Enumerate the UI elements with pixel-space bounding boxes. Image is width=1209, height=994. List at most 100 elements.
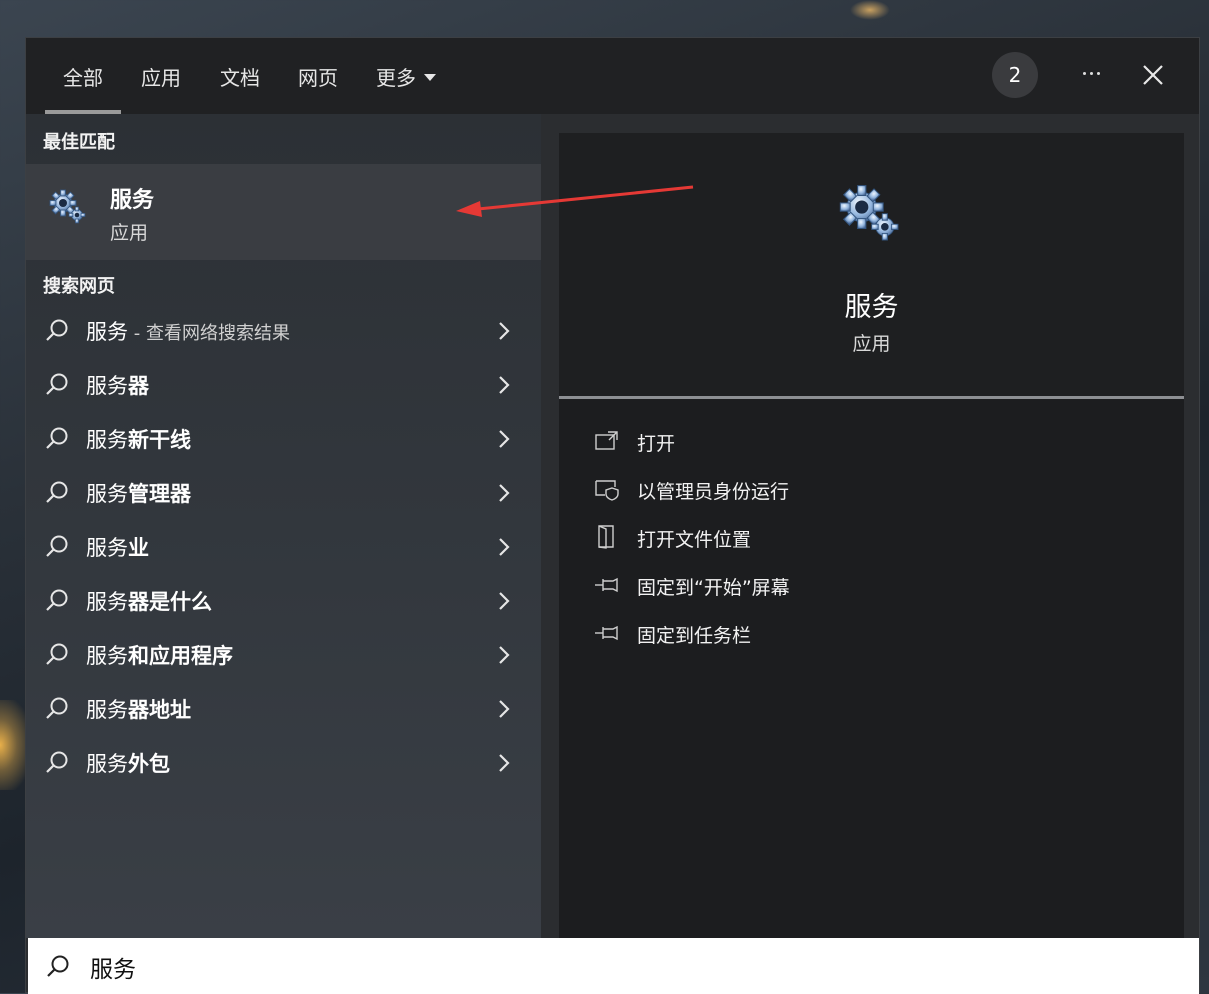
web-search-item-label: 服务业 [86, 532, 149, 562]
best-match-item[interactable]: 服务 应用 [26, 164, 541, 260]
web-search-item[interactable]: 服务管理器 [26, 466, 541, 520]
web-search-item[interactable]: 服务器是什么 [26, 574, 541, 628]
tab-apps-label: 应用 [141, 66, 181, 90]
search-icon [46, 535, 68, 557]
action-pin-to-start[interactable]: 固定到“开始”屏幕 [593, 567, 1153, 607]
action-open-file-location[interactable]: 打开文件位置 [593, 519, 1153, 559]
search-icon [46, 697, 68, 719]
web-search-prefix: 服务 [86, 644, 128, 668]
web-search-item[interactable]: 服务器地址 [26, 682, 541, 736]
search-box[interactable] [28, 938, 1199, 994]
chevron-right-icon[interactable] [496, 374, 512, 396]
gears-icon [49, 189, 86, 224]
action-pin-to-start-label: 固定到“开始”屏幕 [637, 577, 790, 599]
chevron-down-icon [424, 74, 436, 81]
results-list: 最佳匹配 服务 应用 搜索网页 服务 - 查看网络搜索结果 服务器 服务新干线 … [26, 114, 541, 938]
web-search-suffix: 器地址 [128, 698, 191, 722]
search-icon [46, 319, 68, 341]
web-search-item-label: 服务器地址 [86, 694, 191, 724]
web-search-item[interactable]: 服务 - 查看网络搜索结果 [26, 304, 541, 358]
web-search-hint: - 查看网络搜索结果 [128, 323, 290, 344]
web-search-suffix: 管理器 [128, 482, 191, 506]
search-icon [46, 589, 68, 611]
search-icon [47, 955, 69, 977]
chevron-right-icon[interactable] [496, 590, 512, 612]
tab-web[interactable]: 网页 [298, 62, 338, 114]
web-search-suffix: 器是什么 [128, 590, 212, 614]
web-search-item[interactable]: 服务新干线 [26, 412, 541, 466]
chevron-right-icon[interactable] [496, 320, 512, 342]
close-icon[interactable] [1140, 62, 1166, 88]
folder-location-icon [598, 525, 614, 549]
web-search-suffix: 业 [128, 536, 149, 560]
web-search-item-label: 服务管理器 [86, 478, 191, 508]
best-match-name: 服务 [110, 188, 155, 213]
search-window: 全部 应用 文档 网页 更多 2 最佳匹配 服务 应用 搜索网页 服务 - 查看… [25, 37, 1200, 994]
web-search-item[interactable]: 服务器 [26, 358, 541, 412]
web-search-item-label: 服务 - 查看网络搜索结果 [86, 316, 290, 346]
badge-count: 2 [1008, 63, 1022, 87]
open-icon [595, 431, 618, 450]
pin-icon [595, 625, 618, 641]
web-search-prefix: 服务 [86, 698, 128, 722]
chevron-right-icon[interactable] [496, 644, 512, 666]
web-search-item[interactable]: 服务和应用程序 [26, 628, 541, 682]
web-search-suffix: 器 [128, 374, 149, 398]
preview-title: 服务 [844, 292, 899, 323]
web-search-prefix: 服务 [86, 374, 128, 398]
web-search-prefix: 服务 [86, 320, 128, 344]
chevron-right-icon[interactable] [496, 698, 512, 720]
tab-bar: 全部 应用 文档 网页 更多 2 [26, 38, 1199, 114]
tab-more-label: 更多 [376, 66, 416, 90]
preview-pane: 服务 应用 打开 以管理员身份运行 打开文件位置 固定到“开始”屏幕 固定到任务… [559, 133, 1184, 938]
tab-more[interactable]: 更多 [376, 62, 436, 114]
search-input[interactable] [88, 946, 1172, 988]
web-search-heading: 搜索网页 [43, 276, 115, 297]
search-icon [46, 751, 68, 773]
rewards-badge[interactable]: 2 [992, 52, 1038, 98]
search-icon [46, 427, 68, 449]
chevron-right-icon[interactable] [496, 536, 512, 558]
action-open-label: 打开 [637, 433, 676, 455]
search-icon [46, 373, 68, 395]
action-pin-to-taskbar-label: 固定到任务栏 [637, 625, 752, 647]
web-search-item-label: 服务和应用程序 [86, 640, 233, 670]
web-search-item-label: 服务新干线 [86, 424, 191, 454]
ellipsis-icon[interactable] [1076, 58, 1106, 88]
preview-header: 服务 应用 [559, 133, 1184, 399]
action-run-as-admin-label: 以管理员身份运行 [637, 481, 790, 503]
tab-all[interactable]: 全部 [45, 62, 121, 114]
web-search-item-label: 服务器 [86, 370, 149, 400]
action-pin-to-taskbar[interactable]: 固定到任务栏 [593, 615, 1153, 655]
web-search-suffix: 和应用程序 [128, 644, 233, 668]
action-open[interactable]: 打开 [593, 423, 1153, 463]
search-icon [46, 481, 68, 503]
tab-documents[interactable]: 文档 [220, 62, 260, 114]
tab-all-label: 全部 [63, 66, 103, 90]
web-search-item-label: 服务器是什么 [86, 586, 212, 616]
web-search-suffix: 新干线 [128, 428, 191, 452]
search-icon [46, 643, 68, 665]
web-search-item-label: 服务外包 [86, 748, 170, 778]
best-match-heading: 最佳匹配 [43, 132, 115, 153]
web-search-item[interactable]: 服务业 [26, 520, 541, 574]
tab-apps[interactable]: 应用 [141, 62, 181, 114]
pin-icon [595, 577, 618, 593]
web-search-item[interactable]: 服务外包 [26, 736, 541, 790]
preview-subtitle: 应用 [852, 333, 891, 355]
best-match-type: 应用 [110, 222, 149, 244]
tab-web-label: 网页 [298, 66, 338, 90]
tab-documents-label: 文档 [220, 66, 260, 90]
web-search-prefix: 服务 [86, 482, 128, 506]
web-search-prefix: 服务 [86, 428, 128, 452]
wallpaper-light [850, 0, 890, 20]
web-search-prefix: 服务 [86, 590, 128, 614]
chevron-right-icon[interactable] [496, 752, 512, 774]
chevron-right-icon[interactable] [496, 428, 512, 450]
web-search-suffix: 外包 [128, 752, 170, 776]
chevron-right-icon[interactable] [496, 482, 512, 504]
action-run-as-admin[interactable]: 以管理员身份运行 [593, 471, 1153, 511]
web-search-prefix: 服务 [86, 536, 128, 560]
web-search-prefix: 服务 [86, 752, 128, 776]
shield-icon [595, 480, 619, 501]
